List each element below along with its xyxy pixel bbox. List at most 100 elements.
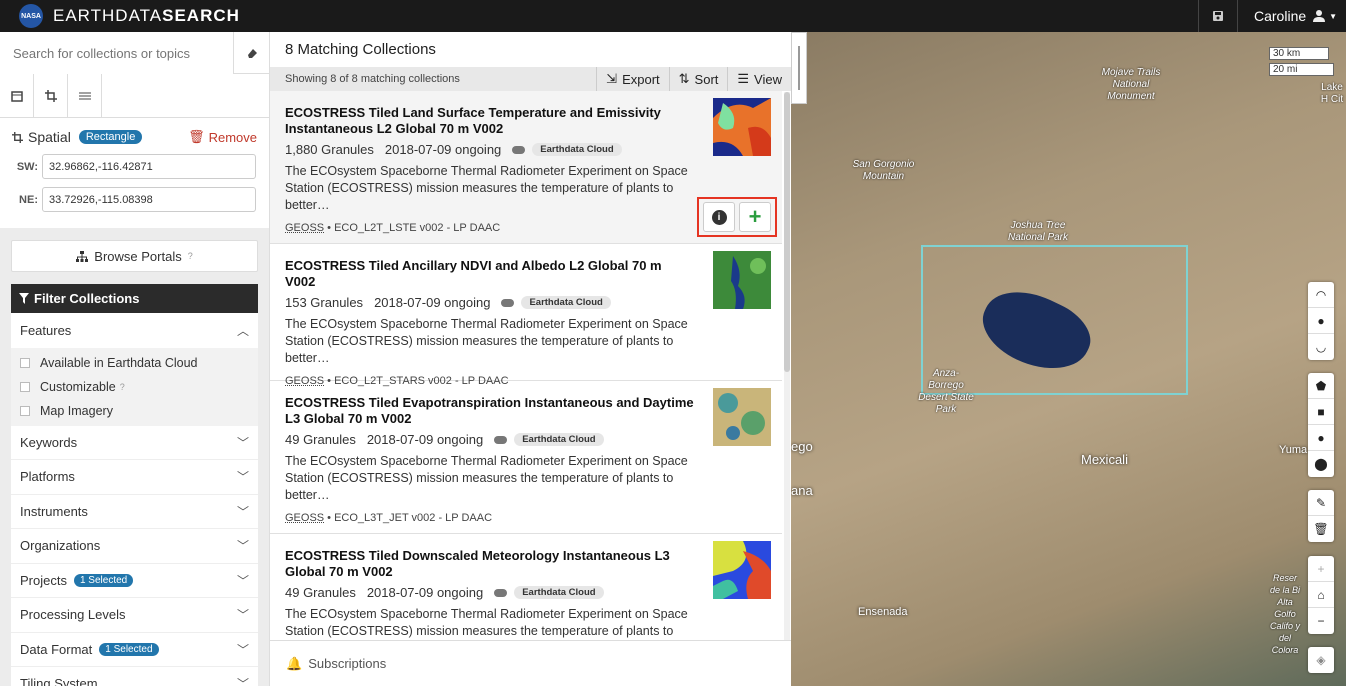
save-project-button[interactable] [1198, 0, 1236, 32]
crop-icon [44, 90, 57, 102]
ne-coordinate-input[interactable] [42, 187, 256, 212]
collection-info-button[interactable]: i [703, 202, 735, 232]
features-options: Available in Earthdata Cloud Customizabl… [11, 347, 258, 426]
app-brand[interactable]: EARTHDATASEARCH [53, 6, 240, 26]
projection-controls: ◠ ● ◡ [1308, 282, 1334, 360]
add-to-project-button[interactable]: + [739, 202, 771, 232]
zoom-controls: + ⌂ − [1308, 556, 1334, 634]
layers-button[interactable]: ◈ [1308, 647, 1334, 673]
facet-tiling-system[interactable]: Tiling System ﹀ [11, 667, 258, 686]
collection-item[interactable]: ECOSTRESS Tiled Evapotranspiration Insta… [270, 381, 782, 534]
browse-portals-button[interactable]: Browse Portals ? [11, 240, 258, 272]
spatial-button[interactable] [34, 74, 68, 118]
search-tools [0, 74, 269, 118]
facet-projects[interactable]: Projects 1 Selected ﹀ [11, 564, 258, 598]
facet-organizations[interactable]: Organizations ﹀ [11, 529, 258, 564]
advanced-search-button[interactable] [68, 74, 102, 118]
zoom-out-button[interactable]: − [1308, 608, 1334, 634]
search-bar [0, 32, 269, 74]
edit-shape-button[interactable]: ✎ [1308, 490, 1334, 516]
view-button[interactable]: ☰ View [727, 67, 791, 91]
collection-actions-highlight: i + [697, 197, 777, 237]
clear-search-button[interactable] [233, 32, 269, 74]
search-input[interactable] [0, 32, 233, 74]
arctic-icon: ◠ [1315, 287, 1327, 302]
draw-point-button[interactable]: ⬤ [1308, 451, 1334, 477]
geographic-projection-button[interactable]: ● [1308, 308, 1334, 334]
granule-count: 49 Granules [285, 585, 356, 600]
help-icon[interactable]: ? [188, 251, 193, 261]
results-scrollbar[interactable] [784, 92, 790, 640]
collection-item[interactable]: ECOSTRESS Tiled Ancillary NDVI and Albed… [270, 244, 782, 387]
map-view[interactable]: Mojave Trails National Monument San Gorg… [791, 32, 1346, 686]
collection-title[interactable]: ECOSTRESS Tiled Downscaled Meteorology I… [285, 548, 695, 580]
draw-polygon-button[interactable]: ⬟ [1308, 373, 1334, 399]
antarctic-icon: ◡ [1315, 340, 1327, 354]
facet-keywords[interactable]: Keywords ﹀ [11, 426, 258, 460]
brand-light-text: EARTHDATA [53, 6, 163, 25]
sliders-icon [78, 92, 91, 100]
trash-icon: 🗑 [188, 129, 205, 144]
cloud-badge: Earthdata Cloud [514, 586, 604, 599]
draw-circle-button[interactable]: ● [1308, 425, 1334, 451]
antarctic-projection-button[interactable]: ◡ [1308, 334, 1334, 360]
scrollbar-thumb[interactable] [784, 92, 790, 372]
collection-item[interactable]: ECOSTRESS Tiled Land Surface Temperature… [270, 91, 782, 244]
map-label-joshua-tree: Joshua Tree National Park [1007, 220, 1069, 243]
facet-platforms[interactable]: Platforms ﹀ [11, 460, 258, 495]
subscriptions-label: Subscriptions [308, 656, 387, 671]
checkbox[interactable] [20, 405, 30, 416]
subscriptions-button[interactable]: 🔔 Subscriptions [270, 640, 791, 686]
collection-item[interactable]: ECOSTRESS Tiled Downscaled Meteorology I… [270, 534, 782, 655]
map-pin-icon: ⬤ [1314, 457, 1328, 471]
delete-shape-button[interactable]: 🗑 [1308, 516, 1334, 542]
collection-title[interactable]: ECOSTRESS Tiled Ancillary NDVI and Albed… [285, 258, 695, 290]
facet-data-format[interactable]: Data Format 1 Selected ﹀ [11, 633, 258, 667]
granule-count: 49 Granules [285, 432, 356, 447]
facet-instruments[interactable]: Instruments ﹀ [11, 495, 258, 529]
feature-option-cloud[interactable]: Available in Earthdata Cloud [11, 351, 258, 375]
panel-resize-handle[interactable] [791, 32, 807, 104]
collection-thumbnail [713, 251, 771, 309]
facet-processing-levels[interactable]: Processing Levels ﹀ [11, 598, 258, 633]
remove-label: Remove [208, 129, 257, 145]
help-icon[interactable]: ? [120, 382, 125, 392]
brand-bold-text: SEARCH [162, 6, 240, 25]
facet-features[interactable]: Features ︿ [11, 313, 258, 348]
user-menu[interactable]: Caroline ▼ [1237, 0, 1346, 32]
facet-label: Platforms [20, 469, 75, 485]
nasa-logo[interactable]: NASA [19, 4, 43, 28]
caret-down-icon: ▼ [1329, 11, 1338, 21]
collection-title[interactable]: ECOSTRESS Tiled Land Surface Temperature… [285, 105, 695, 137]
user-name: Caroline [1254, 8, 1307, 24]
cloud-icon [512, 145, 526, 154]
sitemap-icon [76, 250, 89, 262]
collection-thumbnail [713, 541, 771, 599]
facet-label: Processing Levels [20, 607, 126, 623]
feature-option-map-imagery[interactable]: Map Imagery [11, 399, 258, 423]
sort-button[interactable]: ⇅ Sort [668, 67, 728, 91]
sidebar: Spatial Rectangle 🗑Remove SW: NE: Browse… [0, 32, 269, 686]
layers-control[interactable]: ◈ [1308, 647, 1334, 673]
checkbox[interactable] [20, 357, 30, 368]
temporal-button[interactable] [0, 74, 34, 118]
export-label: Export [622, 71, 660, 87]
zoom-in-button[interactable]: + [1308, 556, 1334, 582]
collection-title[interactable]: ECOSTRESS Tiled Evapotranspiration Insta… [285, 395, 695, 427]
crop-icon [12, 131, 23, 143]
spatial-panel: Spatial Rectangle 🗑Remove SW: NE: [0, 118, 269, 228]
home-button[interactable]: ⌂ [1308, 582, 1334, 608]
export-button[interactable]: ⇲ Export [596, 67, 668, 91]
map-label-yuma: Yuma [1279, 444, 1308, 456]
arctic-projection-button[interactable]: ◠ [1308, 282, 1334, 308]
filter-collections-header: Filter Collections [11, 284, 258, 313]
draw-rectangle-button[interactable]: ■ [1308, 399, 1334, 425]
eraser-icon [247, 49, 257, 58]
plus-icon: + [1317, 561, 1325, 576]
remove-spatial-button[interactable]: 🗑 Remove [188, 129, 257, 145]
chevron-down-icon: ﹀ [236, 539, 249, 554]
checkbox[interactable] [20, 381, 30, 392]
sw-coordinate-input[interactable] [42, 154, 256, 179]
edit-controls: ✎ 🗑 [1308, 490, 1334, 542]
feature-option-customizable[interactable]: Customizable? [11, 375, 258, 399]
